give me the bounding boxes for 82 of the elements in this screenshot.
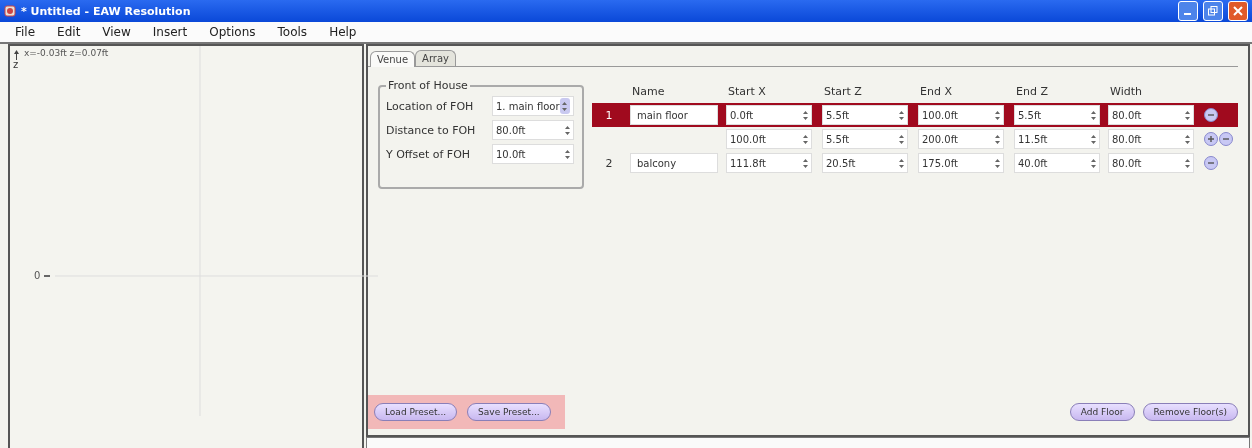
spinner-field[interactable]: 5.5ft [822, 129, 908, 149]
spinner-arrows-icon[interactable] [995, 158, 1000, 168]
spinner-arrows-icon[interactable] [565, 149, 570, 159]
axis-label: z [13, 59, 19, 70]
axis-tick-label: 0 [34, 270, 41, 281]
cursor-readout: x=-0.03ft z=0.07ft [24, 48, 109, 58]
select-field[interactable]: 1. main floor [492, 96, 574, 116]
plus-icon[interactable] [1204, 132, 1218, 146]
close-button[interactable] [1228, 1, 1248, 21]
menu-item[interactable]: Edit [46, 25, 92, 39]
column-header: End X [919, 84, 953, 98]
menu-item[interactable]: Help [318, 25, 368, 39]
spinner-arrows-icon[interactable] [1185, 158, 1190, 168]
preset-button[interactable]: Save Preset... [467, 403, 551, 421]
spinner-field[interactable]: 80.0ft [1108, 153, 1194, 173]
axis-arrow-icon [14, 50, 19, 60]
spinner-field[interactable]: 5.5ft [822, 105, 908, 125]
spinner-arrows-icon[interactable] [565, 125, 570, 135]
menu-item[interactable]: File [4, 25, 47, 39]
spinner-field[interactable]: 11.5ft [1014, 129, 1100, 149]
window-title: * Untitled - EAW Resolution [21, 4, 192, 18]
field-label: Y Offset of FOH [386, 147, 472, 161]
spinner-field[interactable]: 0.0ft [726, 105, 812, 125]
floor-row[interactable]: 100.0ft 5.5ft 200.0ft 11.5ft 80.0ft [592, 127, 1238, 151]
floor-number: 1 [604, 108, 614, 122]
group-title: Front of House [387, 79, 469, 92]
spinner-arrows-icon[interactable] [1185, 134, 1190, 144]
floor-row[interactable]: 2 balcony 111.8ft 20.5ft 175.0ft 40.0ft 80.0ft [592, 151, 1238, 175]
field-label: Distance to FOH [386, 123, 477, 137]
spinner-arrows-icon[interactable] [803, 134, 808, 144]
spinner-field[interactable]: 100.0ft [918, 105, 1004, 125]
tick-mark-icon [44, 275, 50, 277]
menu-item[interactable]: Tools [266, 25, 319, 39]
spinner-arrows-icon[interactable] [803, 158, 808, 168]
name-field[interactable]: main floor [630, 105, 718, 125]
spinner-arrows-icon[interactable] [1091, 158, 1096, 168]
menu-item[interactable]: Insert [141, 25, 199, 39]
spinner-arrows-icon[interactable] [1185, 110, 1190, 120]
spinner-arrows-icon[interactable] [803, 110, 808, 120]
minimize-button[interactable] [1178, 1, 1198, 21]
spinner-field[interactable]: 200.0ft [918, 129, 1004, 149]
select-arrows-icon[interactable] [559, 98, 570, 114]
name-field[interactable]: balcony [630, 153, 718, 173]
spinner-field[interactable]: 10.0ft [492, 144, 574, 164]
floor-number: 2 [604, 156, 614, 170]
column-header: Name [631, 84, 666, 98]
minus-icon[interactable] [1204, 108, 1218, 122]
spinner-field[interactable]: 80.0ft [1108, 129, 1194, 149]
minus-icon[interactable] [1204, 156, 1218, 170]
spinner-arrows-icon[interactable] [899, 134, 904, 144]
spinner-field[interactable]: 20.5ft [822, 153, 908, 173]
restore-button[interactable] [1203, 1, 1223, 21]
restore-icon [1208, 6, 1218, 16]
preset-button[interactable]: Load Preset... [374, 403, 458, 421]
spinner-field[interactable]: 5.5ft [1014, 105, 1100, 125]
spinner-arrows-icon[interactable] [899, 158, 904, 168]
menu-item[interactable]: Options [198, 25, 267, 39]
spinner-arrows-icon[interactable] [899, 110, 904, 120]
tab[interactable]: Venue [370, 51, 416, 67]
spinner-arrows-icon[interactable] [1091, 110, 1096, 120]
spinner-arrows-icon[interactable] [995, 110, 1000, 120]
floor-button[interactable]: Remove Floor(s) [1142, 403, 1238, 421]
spinner-field[interactable]: 80.0ft [492, 120, 574, 140]
spinner-field[interactable]: 40.0ft [1014, 153, 1100, 173]
tab[interactable]: Array [415, 50, 456, 66]
field-label: Location of FOH [386, 99, 475, 113]
spinner-arrows-icon[interactable] [995, 134, 1000, 144]
spinner-arrows-icon[interactable] [1091, 134, 1096, 144]
spinner-field[interactable]: 80.0ft [1108, 105, 1194, 125]
spinner-field[interactable]: 100.0ft [726, 129, 812, 149]
spinner-field[interactable]: 175.0ft [918, 153, 1004, 173]
app-icon [4, 5, 16, 17]
floor-row[interactable]: 1 main floor 0.0ft 5.5ft 100.0ft 5.5ft 80.0ft [592, 103, 1238, 127]
column-header: Start X [727, 84, 767, 98]
column-header: End Z [1015, 84, 1049, 98]
spinner-field[interactable]: 111.8ft [726, 153, 812, 173]
menu-item[interactable]: View [91, 25, 142, 39]
floor-button[interactable]: Add Floor [1069, 403, 1135, 421]
column-header: Width [1109, 84, 1143, 98]
minus-icon[interactable] [1219, 132, 1233, 146]
column-header: Start Z [823, 84, 863, 98]
close-icon [1233, 6, 1243, 16]
